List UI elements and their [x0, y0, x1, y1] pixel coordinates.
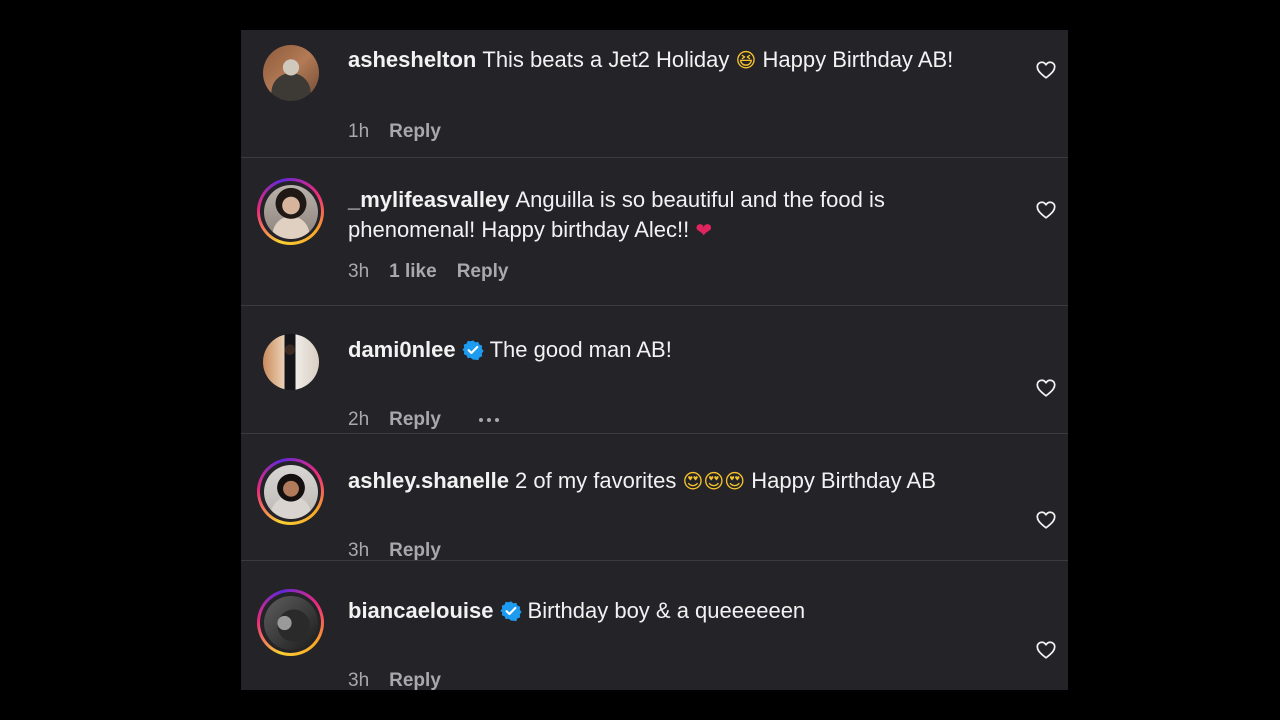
verified-badge-icon — [461, 340, 484, 361]
comment-item: _mylifeasvalley Anguilla is so beautiful … — [241, 158, 1068, 306]
story-ring[interactable] — [257, 178, 324, 245]
ellipsis-icon[interactable] — [478, 418, 499, 422]
timestamp[interactable]: 3h — [348, 670, 369, 692]
timestamp[interactable]: 3h — [348, 540, 369, 562]
comment-text: Happy Birthday AB! — [762, 47, 954, 72]
heart-outline-icon[interactable] — [1035, 199, 1057, 221]
comment-body: biancaelouise Birthday boy & a queeeeeen — [348, 596, 968, 626]
comment-item: dami0nlee The good man AB! 2h Reply — [241, 306, 1068, 434]
avatar — [263, 595, 318, 650]
reply-button[interactable]: Reply — [389, 121, 441, 143]
ring-inner — [260, 592, 321, 653]
emoji: 😍😍😍 — [682, 469, 746, 493]
comment-body: dami0nlee The good man AB! — [348, 335, 968, 365]
avatar — [263, 464, 318, 519]
heart-outline-icon[interactable] — [1035, 509, 1057, 531]
timestamp[interactable]: 1h — [348, 121, 369, 143]
timestamp[interactable]: 2h — [348, 409, 369, 431]
comment-body: ashley.shanelle 2 of my favorites 😍😍😍 Hap… — [348, 466, 968, 496]
comment-text: Birthday boy & a queeeeeen — [527, 598, 806, 623]
reply-button[interactable]: Reply — [457, 261, 509, 283]
heart-outline-icon[interactable] — [1035, 59, 1057, 81]
comment-meta: 1h Reply — [348, 121, 441, 143]
comments-panel: asheshelton This beats a Jet2 Holiday 😆 H… — [241, 30, 1068, 692]
verified-badge-icon — [499, 601, 522, 622]
comment-item: asheshelton This beats a Jet2 Holiday 😆 H… — [241, 30, 1068, 158]
heart-outline-icon[interactable] — [1035, 377, 1057, 399]
heart-outline-icon[interactable] — [1035, 639, 1057, 661]
ring-inner — [260, 181, 321, 242]
comment-text: The good man AB! — [489, 337, 672, 362]
comment-body: asheshelton This beats a Jet2 Holiday 😆 H… — [348, 45, 968, 75]
emoji: ❤ — [695, 218, 713, 242]
likes-count[interactable]: 1 like — [389, 261, 437, 283]
username-link[interactable]: _mylifeasvalley — [348, 187, 509, 212]
username-link[interactable]: biancaelouise — [348, 598, 494, 623]
avatar[interactable] — [262, 333, 319, 390]
comment-meta: 2h Reply — [348, 409, 499, 431]
timestamp[interactable]: 3h — [348, 261, 369, 283]
emoji: 😆 — [735, 48, 757, 72]
comment-item: ashley.shanelle 2 of my favorites 😍😍😍 Hap… — [241, 434, 1068, 561]
avatar-wrap[interactable] — [257, 328, 324, 395]
comment-text: Happy Birthday AB — [751, 468, 936, 493]
ring-inner — [260, 461, 321, 522]
avatar-wrap[interactable] — [257, 39, 324, 106]
avatar[interactable] — [262, 44, 319, 101]
username-link[interactable]: asheshelton — [348, 47, 476, 72]
comment-meta: 3h Reply — [348, 540, 441, 562]
avatar-wrap[interactable] — [257, 589, 324, 656]
avatar — [263, 184, 318, 239]
story-ring[interactable] — [257, 458, 324, 525]
username-link[interactable]: ashley.shanelle — [348, 468, 509, 493]
username-link[interactable]: dami0nlee — [348, 337, 456, 362]
reply-button[interactable]: Reply — [389, 670, 441, 692]
reply-button[interactable]: Reply — [389, 540, 441, 562]
reply-button[interactable]: Reply — [389, 409, 441, 431]
comment-meta: 3h 1 like Reply — [348, 261, 508, 283]
comment-meta: 3h Reply — [348, 670, 441, 692]
comment-body: _mylifeasvalley Anguilla is so beautiful … — [348, 185, 968, 245]
avatar-wrap[interactable] — [257, 458, 324, 525]
comment-item: biancaelouise Birthday boy & a queeeeeen… — [241, 561, 1068, 692]
comment-text: 2 of my favorites — [515, 468, 677, 493]
comment-text: This beats a Jet2 Holiday — [482, 47, 730, 72]
story-ring[interactable] — [257, 589, 324, 656]
avatar-wrap[interactable] — [257, 178, 324, 245]
